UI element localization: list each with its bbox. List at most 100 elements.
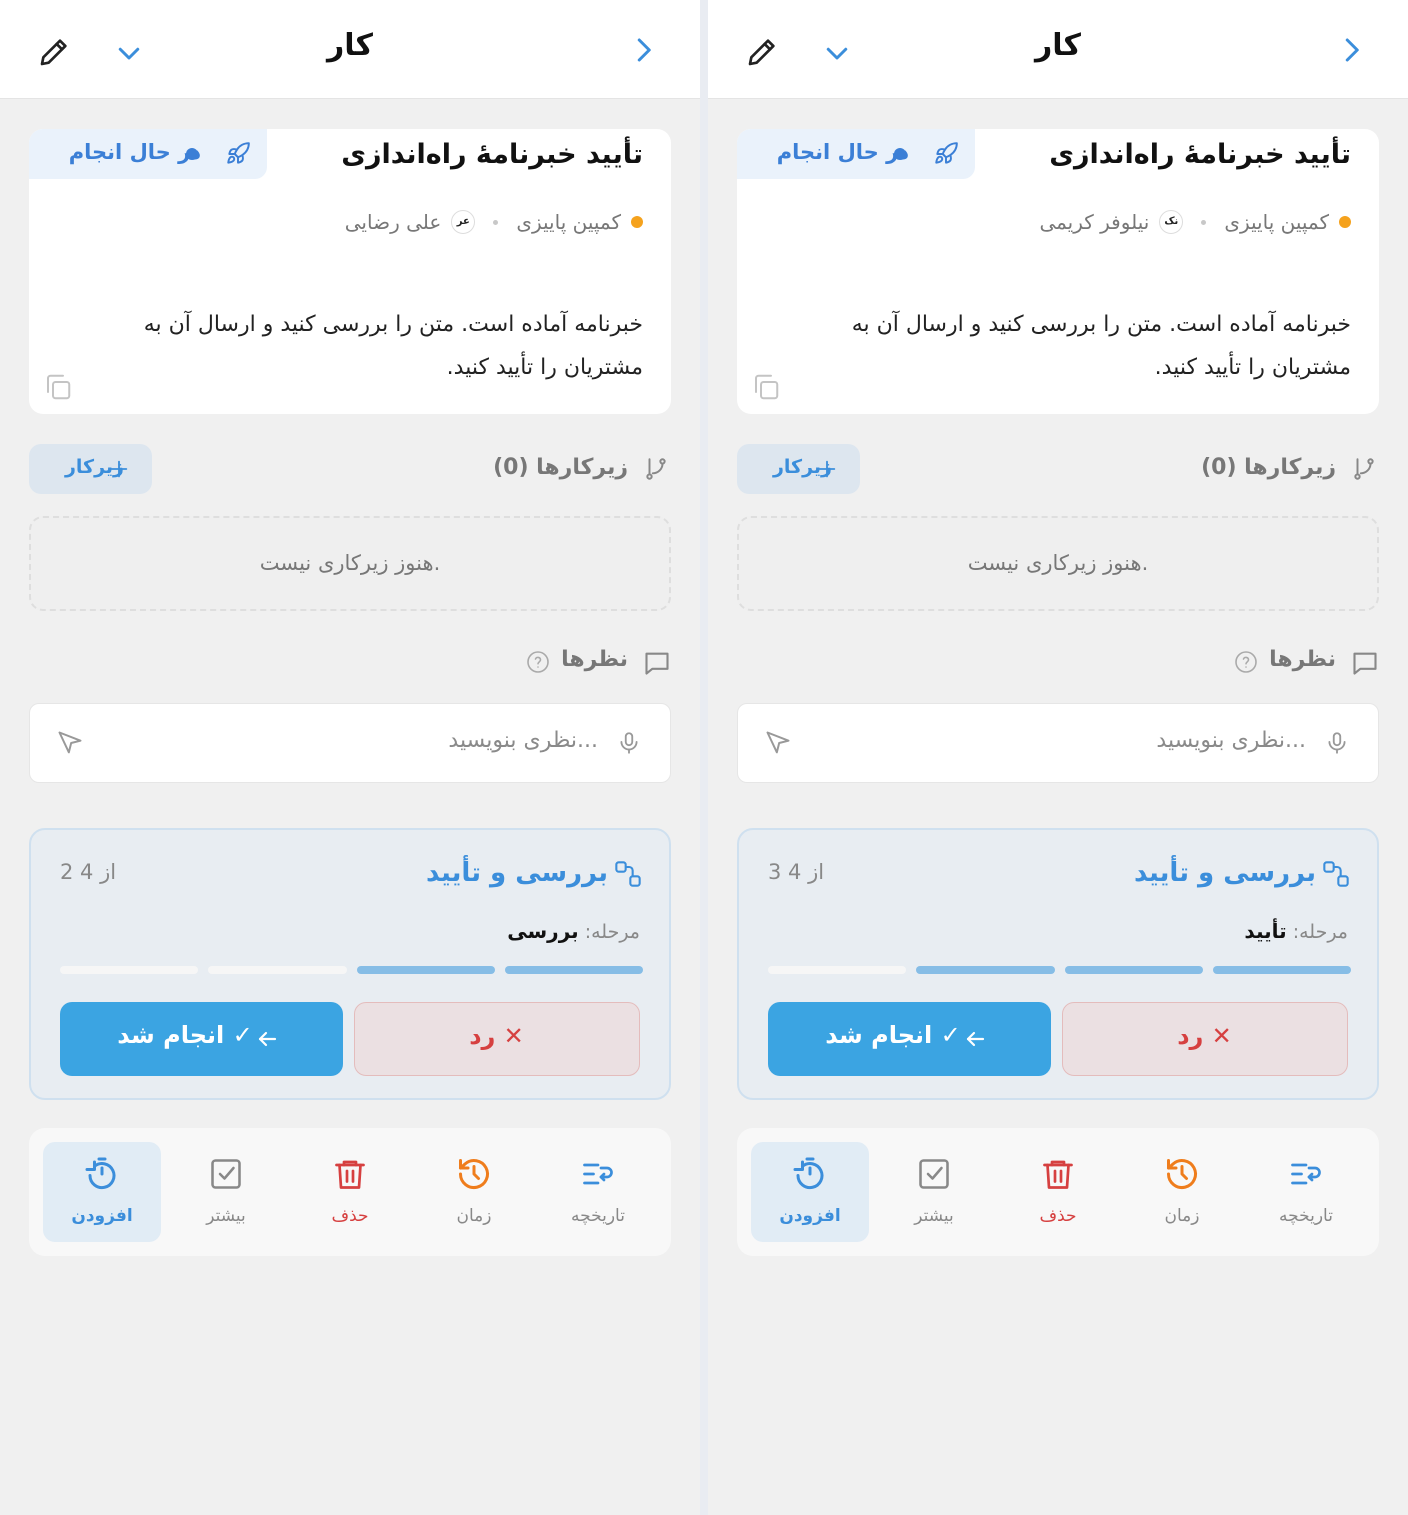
- toolbar-delete[interactable]: حذف: [999, 1142, 1117, 1242]
- progress-segment: [356, 966, 495, 974]
- progress-segment: [60, 966, 199, 974]
- task-panel-left: کار در حال انجام تأیید خبرنامهٔ راه‌اندا…: [0, 0, 700, 1515]
- branch-icon: [1351, 456, 1377, 486]
- comments-title: نظرها: [561, 647, 628, 672]
- status-badge[interactable]: در حال انجام: [737, 129, 975, 179]
- clock-history-icon: [456, 1156, 492, 1196]
- workflow-title: بررسی و تأیید: [426, 858, 608, 888]
- rocket-icon: [225, 141, 251, 171]
- progress-segment: [1212, 966, 1351, 974]
- task-description[interactable]: خبرنامه آماده است. متن را بررسی کنید و ا…: [83, 303, 643, 389]
- subtasks-empty-state: هنوز زیرکاری نیست.: [29, 516, 671, 611]
- toolbar-add-label: افزودن: [779, 1206, 841, 1226]
- workflow-icon: [1322, 860, 1350, 892]
- project-color-dot: [631, 216, 643, 228]
- empty-message: هنوز زیرکاری نیست.: [967, 551, 1149, 575]
- progress-segment: [504, 966, 643, 974]
- trash-icon: [332, 1156, 368, 1196]
- assignee-name[interactable]: علی رضایی: [345, 210, 442, 234]
- add-subtask-button[interactable]: زیرکار: [737, 444, 860, 494]
- empty-message: هنوز زیرکاری نیست.: [259, 551, 441, 575]
- comment-placeholder: نظری بنویسید...: [1156, 728, 1306, 753]
- meta-separator: [1201, 219, 1207, 225]
- checkbox-icon: [208, 1156, 244, 1196]
- comments-header: نظرها: [737, 640, 1379, 684]
- status-label: در حال انجام: [68, 140, 201, 164]
- meta-separator: [493, 219, 499, 225]
- trash-icon: [1040, 1156, 1076, 1196]
- comment-input[interactable]: نظری بنویسید...: [29, 703, 671, 783]
- help-circle-icon[interactable]: [1234, 650, 1258, 678]
- workflow-progress: [768, 966, 1351, 974]
- workflow-title: بررسی و تأیید: [1134, 858, 1316, 888]
- project-name[interactable]: کمپین پاییزی: [1224, 210, 1329, 234]
- reject-label: رد ✕: [1177, 1022, 1232, 1050]
- microphone-icon[interactable]: [616, 729, 642, 761]
- toolbar-history[interactable]: تاریخچه: [1247, 1142, 1365, 1242]
- timer-add-icon: [84, 1156, 120, 1196]
- page-title: کار: [327, 28, 373, 63]
- toolbar-time-label: زمان: [1164, 1206, 1200, 1226]
- workflow-step-counter: 3 از 4: [768, 860, 825, 884]
- send-icon[interactable]: [56, 729, 84, 761]
- subtasks-title: زیرکارها (0): [1201, 455, 1336, 480]
- progress-segment: [208, 966, 347, 974]
- workflow-stage: مرحله: بررسی: [507, 919, 640, 943]
- toolbar-delete-label: حذف: [1039, 1206, 1077, 1226]
- status-badge[interactable]: در حال انجام: [29, 129, 267, 179]
- reject-button[interactable]: رد ✕: [1062, 1002, 1348, 1076]
- project-name[interactable]: کمپین پاییزی: [516, 210, 621, 234]
- stage-value: تأیید: [1244, 919, 1287, 943]
- toolbar-history[interactable]: تاریخچه: [539, 1142, 657, 1242]
- chevron-right-icon[interactable]: [1336, 35, 1366, 69]
- workflow-step-counter: 2 از 4: [60, 860, 117, 884]
- avatar: عر: [451, 210, 476, 234]
- done-button[interactable]: انجام شد ✓: [768, 1002, 1051, 1076]
- help-circle-icon[interactable]: [526, 650, 550, 678]
- bottom-toolbar: تاریخچه زمان حذف بیشتر افزودن: [737, 1128, 1379, 1256]
- workflow-card: بررسی و تأیید 3 از 4 مرحله: تأیید رد ✕ ا…: [737, 828, 1379, 1100]
- toolbar-more[interactable]: بیشتر: [875, 1142, 993, 1242]
- subtasks-header: زیرکار زیرکارها (0): [29, 444, 671, 494]
- comment-input[interactable]: نظری بنویسید...: [737, 703, 1379, 783]
- comments-title: نظرها: [1269, 647, 1336, 672]
- microphone-icon[interactable]: [1324, 729, 1350, 761]
- history-list-icon: [580, 1156, 616, 1196]
- stage-label: مرحله:: [1292, 921, 1348, 943]
- chevron-right-icon[interactable]: [628, 35, 658, 69]
- toolbar-add[interactable]: افزودن: [751, 1142, 869, 1242]
- done-label: انجام شد ✓: [117, 1021, 253, 1049]
- branch-icon: [643, 456, 669, 486]
- task-description[interactable]: خبرنامه آماده است. متن را بررسی کنید و ا…: [791, 303, 1351, 389]
- reject-button[interactable]: رد ✕: [354, 1002, 640, 1076]
- comments-header: نظرها: [29, 640, 671, 684]
- toolbar-more[interactable]: بیشتر: [167, 1142, 285, 1242]
- toolbar-delete-label: حذف: [331, 1206, 369, 1226]
- stage-value: بررسی: [507, 919, 579, 943]
- progress-segment: [1064, 966, 1203, 974]
- task-meta: کمپین پاییزی نک نیلوفر کریمی: [1039, 207, 1351, 237]
- workflow-icon: [614, 860, 642, 892]
- send-icon[interactable]: [764, 729, 792, 761]
- subtasks-header: زیرکار زیرکارها (0): [737, 444, 1379, 494]
- comment-bubble-icon: [643, 649, 671, 681]
- avatar: نک: [1159, 210, 1184, 234]
- task-title: تأیید خبرنامهٔ راه‌اندازی: [1049, 139, 1351, 170]
- toolbar-delete[interactable]: حذف: [291, 1142, 409, 1242]
- rocket-icon: [933, 141, 959, 171]
- add-subtask-button[interactable]: زیرکار: [29, 444, 152, 494]
- page-title: کار: [1035, 28, 1081, 63]
- clock-history-icon: [1164, 1156, 1200, 1196]
- toolbar-time[interactable]: زمان: [415, 1142, 533, 1242]
- done-button[interactable]: انجام شد ✓: [60, 1002, 343, 1076]
- workflow-card: بررسی و تأیید 2 از 4 مرحله: بررسی رد ✕ ا…: [29, 828, 671, 1100]
- assignee-name[interactable]: نیلوفر کریمی: [1039, 210, 1149, 234]
- toolbar-time-label: زمان: [456, 1206, 492, 1226]
- copy-icon[interactable]: [43, 372, 73, 406]
- copy-icon[interactable]: [751, 372, 781, 406]
- toolbar-more-label: بیشتر: [914, 1206, 954, 1226]
- toolbar-add[interactable]: افزودن: [43, 1142, 161, 1242]
- toolbar-time[interactable]: زمان: [1123, 1142, 1241, 1242]
- task-panel-right: کار در حال انجام تأیید خبرنامهٔ راه‌اندا…: [708, 0, 1408, 1515]
- add-subtask-label: زیرکار: [772, 456, 832, 478]
